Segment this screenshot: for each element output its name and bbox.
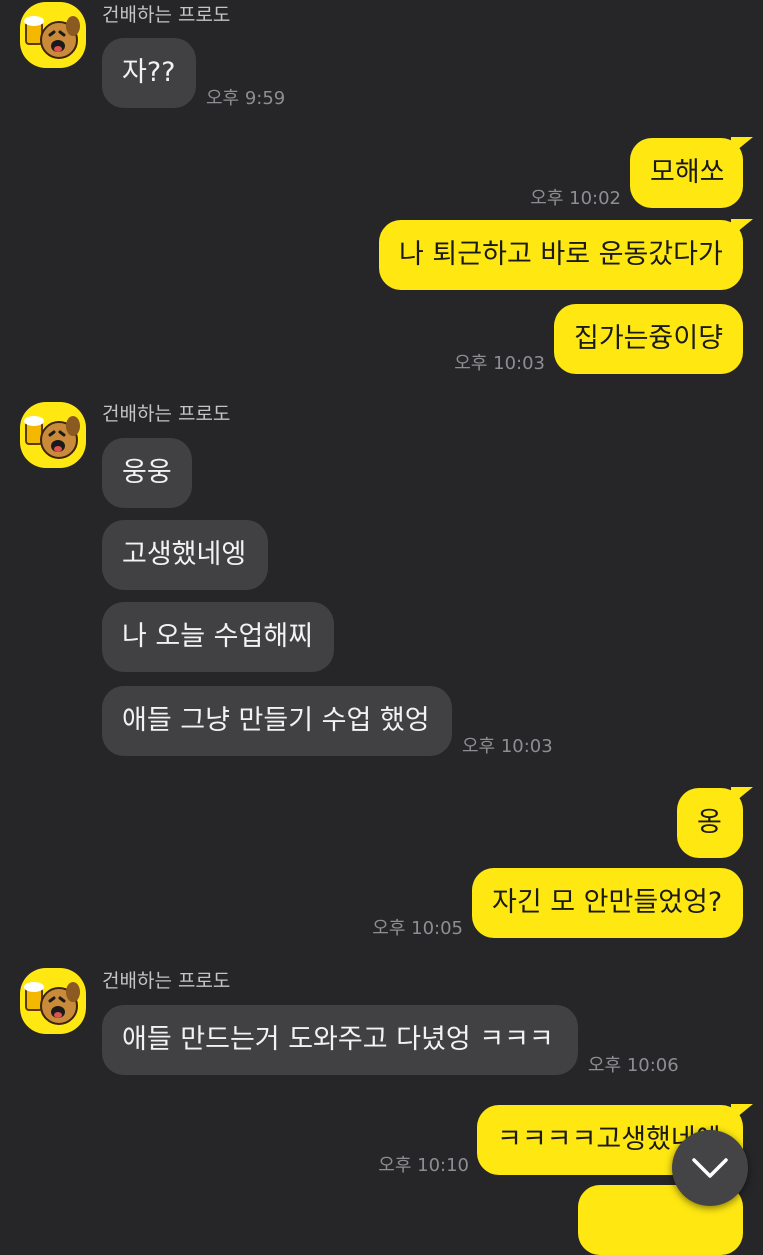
message-timestamp: 오후 10:03 [462,736,553,757]
bubble-tail [731,137,753,155]
message-text: 나 퇴근하고 바로 운동갔다가 [399,239,723,270]
message-timestamp: 오후 10:10 [378,1155,469,1176]
message-timestamp: 오후 9:59 [206,88,286,109]
sender-avatar[interactable] [20,2,86,68]
sender-avatar[interactable] [20,402,86,468]
bubble-tail [731,787,753,805]
message-timestamp: 오후 10:03 [454,353,545,374]
message-timestamp: 오후 10:06 [588,1055,679,1076]
beer-dog-avatar-icon [24,416,80,459]
chevron-down-icon [692,1158,728,1178]
outgoing-message-bubble[interactable]: 모해쏘 [630,137,753,208]
incoming-message-bubble[interactable]: 애들 만드는거 도와주고 다녔엉 ㅋㅋㅋ [102,1005,578,1075]
incoming-message-bubble[interactable]: 웅웅 [102,438,192,508]
sender-name: 건배하는 프로도 [102,4,231,26]
bubble-tail [731,219,753,237]
outgoing-message-bubble[interactable]: 집가는즁이댱 [554,304,743,374]
outgoing-message-bubble[interactable]: 나 퇴근하고 바로 운동갔다가 [379,219,753,290]
beer-dog-avatar-icon [24,16,80,59]
bubble-tail [731,1104,753,1122]
scroll-to-bottom-button[interactable] [672,1130,748,1206]
sender-avatar[interactable] [20,968,86,1034]
incoming-message-bubble[interactable]: 나 오늘 수업해찌 [102,602,334,672]
message-timestamp: 오후 10:02 [530,188,621,209]
incoming-message-bubble[interactable]: 자?? [102,38,196,108]
incoming-message-bubble[interactable]: 고생했네엥 [102,520,268,590]
message-text: 옹 [697,807,722,838]
beer-dog-avatar-icon [24,982,80,1025]
outgoing-message-bubble[interactable]: 자긴 모 안만들었엉? [472,868,743,938]
message-timestamp: 오후 10:05 [372,918,463,939]
message-text: 모해쏘 [650,157,725,188]
incoming-message-bubble[interactable]: 애들 그냥 만들기 수업 했엉 [102,686,452,756]
outgoing-message-bubble[interactable]: 옹 [677,787,753,858]
sender-name: 건배하는 프로도 [102,970,231,992]
sender-name: 건배하는 프로도 [102,403,231,425]
